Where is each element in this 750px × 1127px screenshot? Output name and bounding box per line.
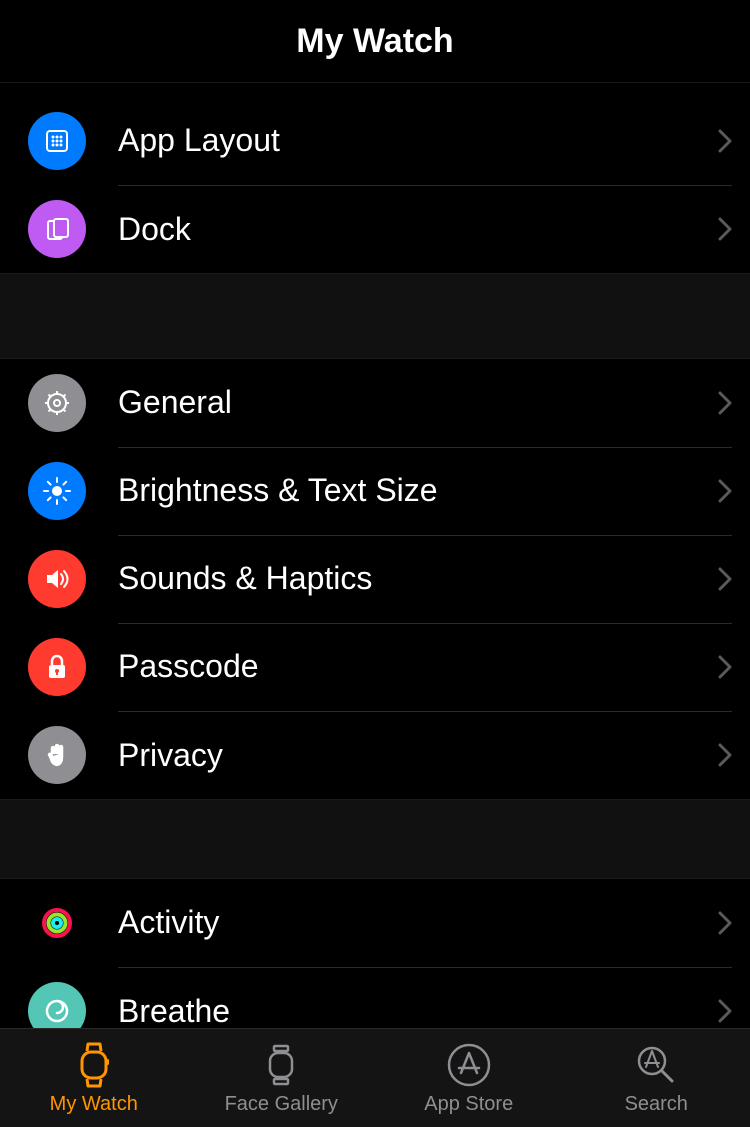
row-sounds[interactable]: Sounds & Haptics [0,535,750,623]
row-breathe[interactable]: Breathe [0,967,750,1030]
page-title: My Watch [296,22,453,61]
tab-bar: My Watch Face Gallery App Store Search [0,1028,750,1127]
section-1: General Brightness & Text Size Sounds & … [0,358,750,800]
lock-icon [28,638,86,696]
breathe-icon [28,982,86,1030]
gear-icon [28,374,86,432]
chevron-right-icon [718,655,732,679]
tab-label: My Watch [50,1093,138,1116]
row-brightness[interactable]: Brightness & Text Size [0,447,750,535]
speaker-icon [28,550,86,608]
row-label: Privacy [118,737,718,774]
chevron-right-icon [718,999,732,1023]
row-label: Sounds & Haptics [118,560,718,597]
app-layout-icon [28,112,86,170]
face-tab-icon [260,1041,302,1089]
row-label: Passcode [118,648,718,685]
tab-label: Face Gallery [225,1093,338,1116]
row-label: Brightness & Text Size [118,472,718,509]
brightness-icon [28,462,86,520]
row-activity[interactable]: Activity [0,879,750,967]
tab-face-gallery[interactable]: Face Gallery [188,1029,376,1127]
tab-label: App Store [424,1093,513,1116]
chevron-right-icon [718,217,732,241]
chevron-right-icon [718,391,732,415]
chevron-right-icon [718,743,732,767]
row-dock[interactable]: Dock [0,185,750,273]
section-gap [0,800,750,878]
chevron-right-icon [718,129,732,153]
chevron-right-icon [718,567,732,591]
tab-search[interactable]: Search [563,1029,750,1127]
header: My Watch [0,0,750,83]
row-label: App Layout [118,122,718,159]
row-label: Activity [118,904,718,941]
row-app-layout[interactable]: App Layout [0,97,750,185]
chevron-right-icon [718,911,732,935]
chevron-right-icon [718,479,732,503]
search-tab-icon [632,1041,680,1089]
row-label: Dock [118,211,718,248]
section-0: App Layout Dock [0,83,750,274]
row-label: Breathe [118,993,718,1030]
tab-my-watch[interactable]: My Watch [0,1029,188,1127]
row-passcode[interactable]: Passcode [0,623,750,711]
row-privacy[interactable]: Privacy [0,711,750,799]
row-general[interactable]: General [0,359,750,447]
hand-icon [28,726,86,784]
watch-tab-icon [73,1041,115,1089]
appstore-tab-icon [445,1041,493,1089]
row-label: General [118,384,718,421]
activity-icon [28,894,86,952]
dock-icon [28,200,86,258]
tab-app-store[interactable]: App Store [375,1029,563,1127]
section-gap [0,274,750,358]
settings-list: App Layout Dock General [0,83,750,1030]
tab-label: Search [625,1093,688,1116]
section-2: Activity Breathe [0,878,750,1030]
